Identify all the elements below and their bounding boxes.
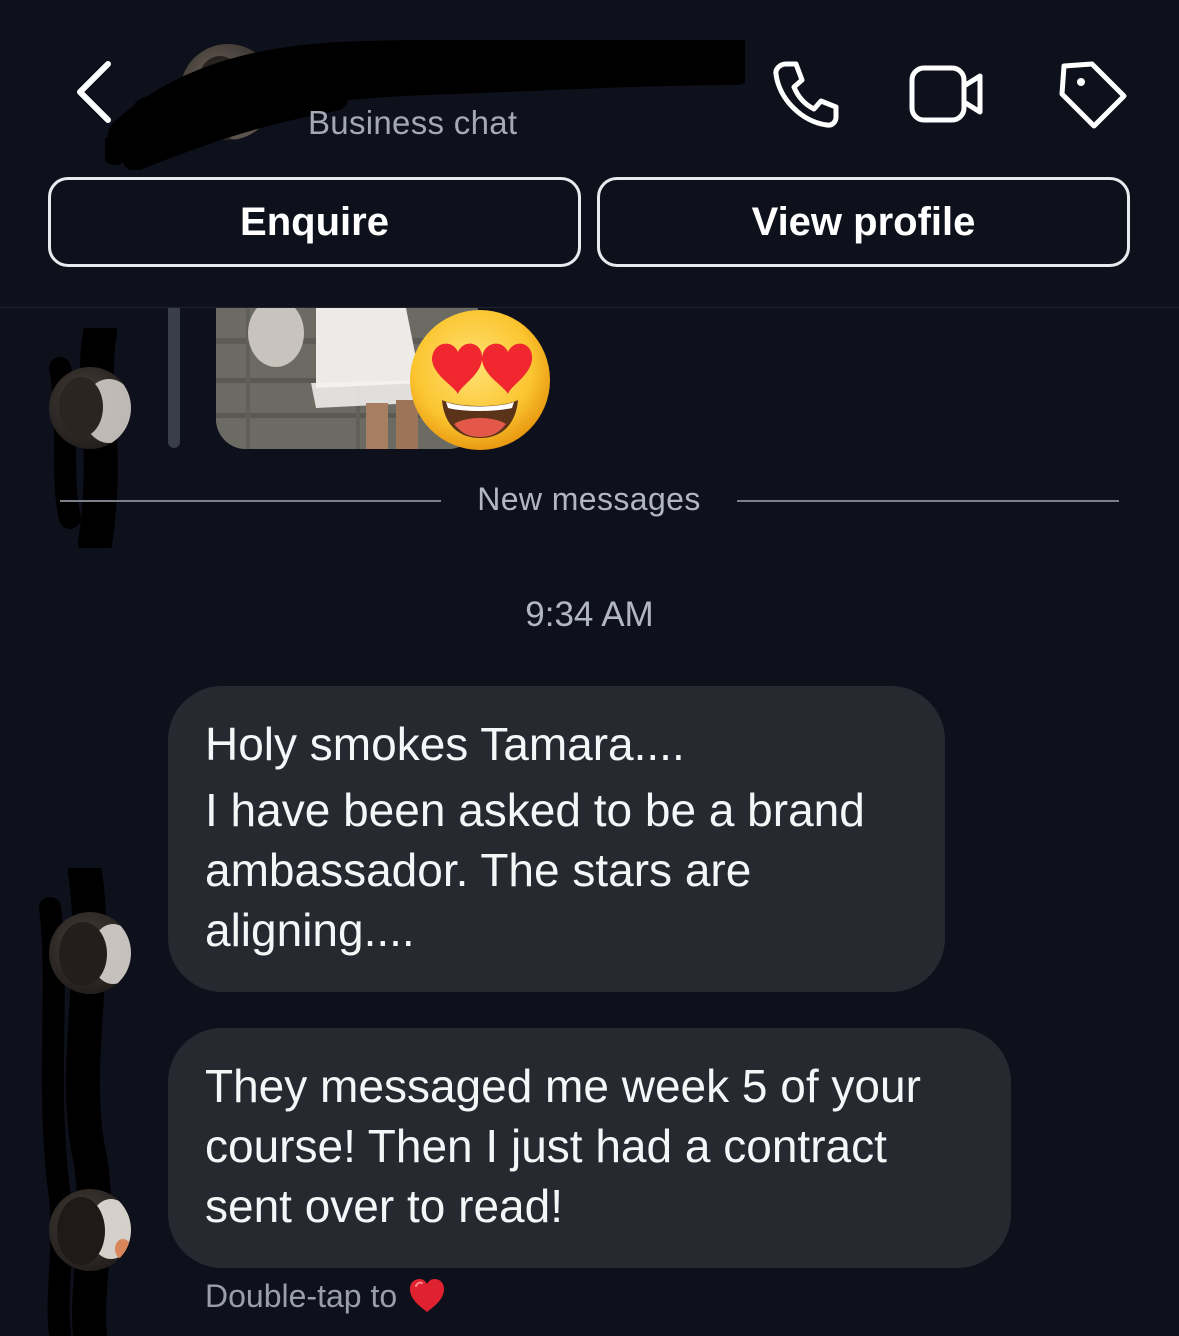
reply-indicator [168,308,180,448]
call-button[interactable] [764,54,844,134]
contact-avatar[interactable] [180,44,276,140]
video-call-button[interactable] [906,54,986,134]
sender-avatar[interactable] [49,1189,131,1271]
video-camera-icon [909,65,983,123]
phone-icon [773,61,839,128]
message-text: They messaged me week 5 of your course! … [205,1060,921,1232]
sender-avatar[interactable] [49,912,131,994]
chat-screen: Business chat Enquire View profile New m… [0,0,1179,1336]
message-thread[interactable]: New messages 9:34 AM Holy smokes Tamara.… [0,308,1179,1336]
enquire-button[interactable]: Enquire [48,177,581,267]
avatar-photo [198,56,270,140]
message-bubble[interactable]: They messaged me week 5 of your course! … [168,1028,1011,1268]
avatar-photo [59,377,131,443]
tag-icon [1059,61,1127,129]
divider-line-left [60,500,441,502]
message-timestamp: 9:34 AM [525,595,654,634]
label-button[interactable] [1052,54,1132,134]
back-button[interactable] [62,52,132,132]
message-bubble[interactable]: Holy smokes Tamara.... I have been asked… [168,686,945,992]
new-messages-divider: New messages [477,481,701,517]
chat-header: Business chat Enquire View profile [0,0,1179,308]
reaction-hint-label: Double-tap to [205,1277,398,1314]
heart-icon[interactable] [407,1276,447,1316]
chevron-left-icon [77,61,111,123]
message-text: Holy smokes Tamara.... [205,718,685,770]
divider-line-right [737,500,1119,502]
heart-eyes-emoji-reaction [410,310,550,450]
reaction-hint: Double-tap to [205,1276,447,1316]
avatar-photo [57,1197,131,1265]
avatar-photo [59,922,131,986]
view-profile-button[interactable]: View profile [597,177,1130,267]
sender-avatar[interactable] [49,367,131,449]
message-text: I have been asked to be a brand ambassad… [205,784,865,956]
chat-type-label: Business chat [308,104,518,141]
